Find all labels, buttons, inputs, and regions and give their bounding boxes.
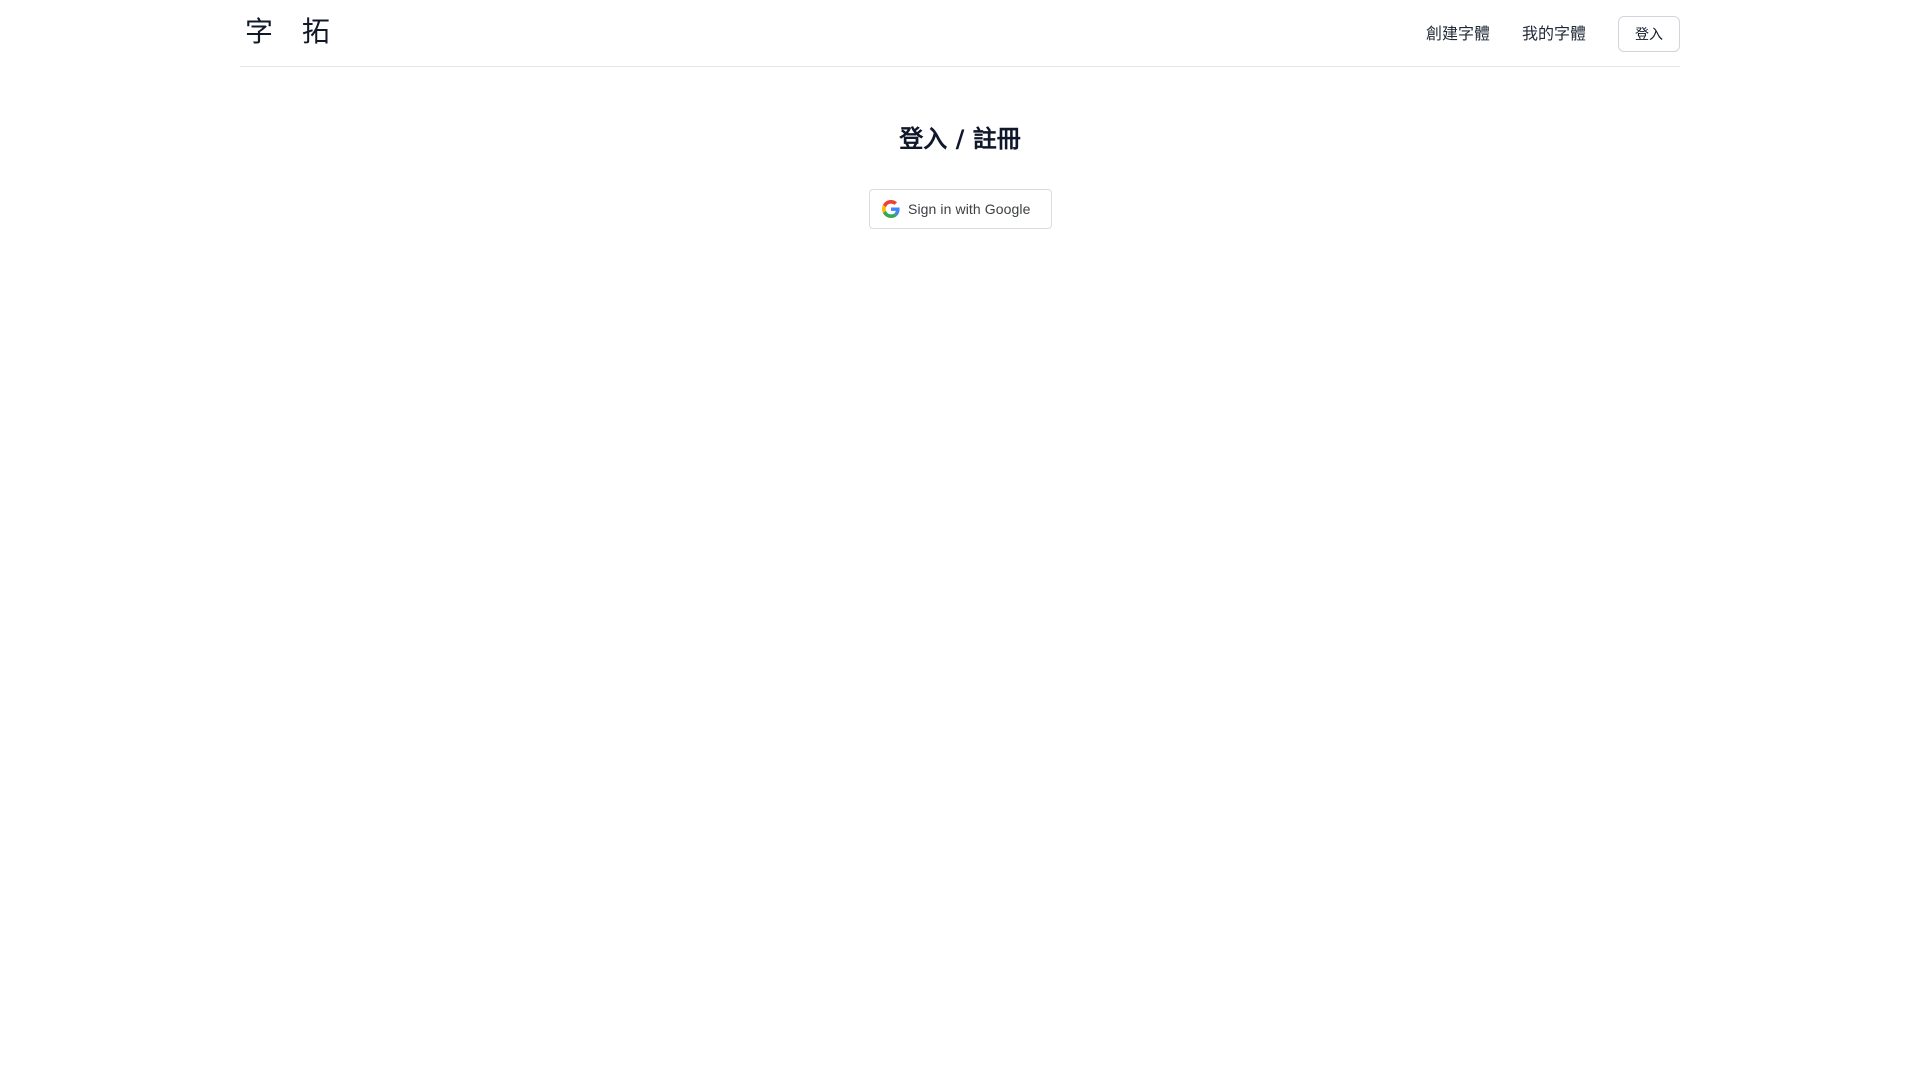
page-title: 登入 / 註冊 (899, 125, 1021, 153)
google-g-icon (882, 200, 900, 218)
top-navbar: 字 拓 創建字體 我的字體 登入 (240, 0, 1680, 67)
google-signin-button[interactable]: Sign in with Google (869, 189, 1052, 229)
nav-link-my-fonts[interactable]: 我的字體 (1522, 16, 1586, 52)
google-signin-label: Sign in with Google (908, 201, 1031, 217)
nav-link-create-font[interactable]: 創建字體 (1426, 16, 1490, 52)
nav-links: 創建字體 我的字體 登入 (1426, 16, 1680, 52)
site-logo[interactable]: 字 拓 (245, 12, 340, 52)
login-page: 字 拓 創建字體 我的字體 登入 登入 / 註冊 Sign in with Go… (0, 0, 1920, 1080)
login-button[interactable]: 登入 (1618, 16, 1680, 52)
